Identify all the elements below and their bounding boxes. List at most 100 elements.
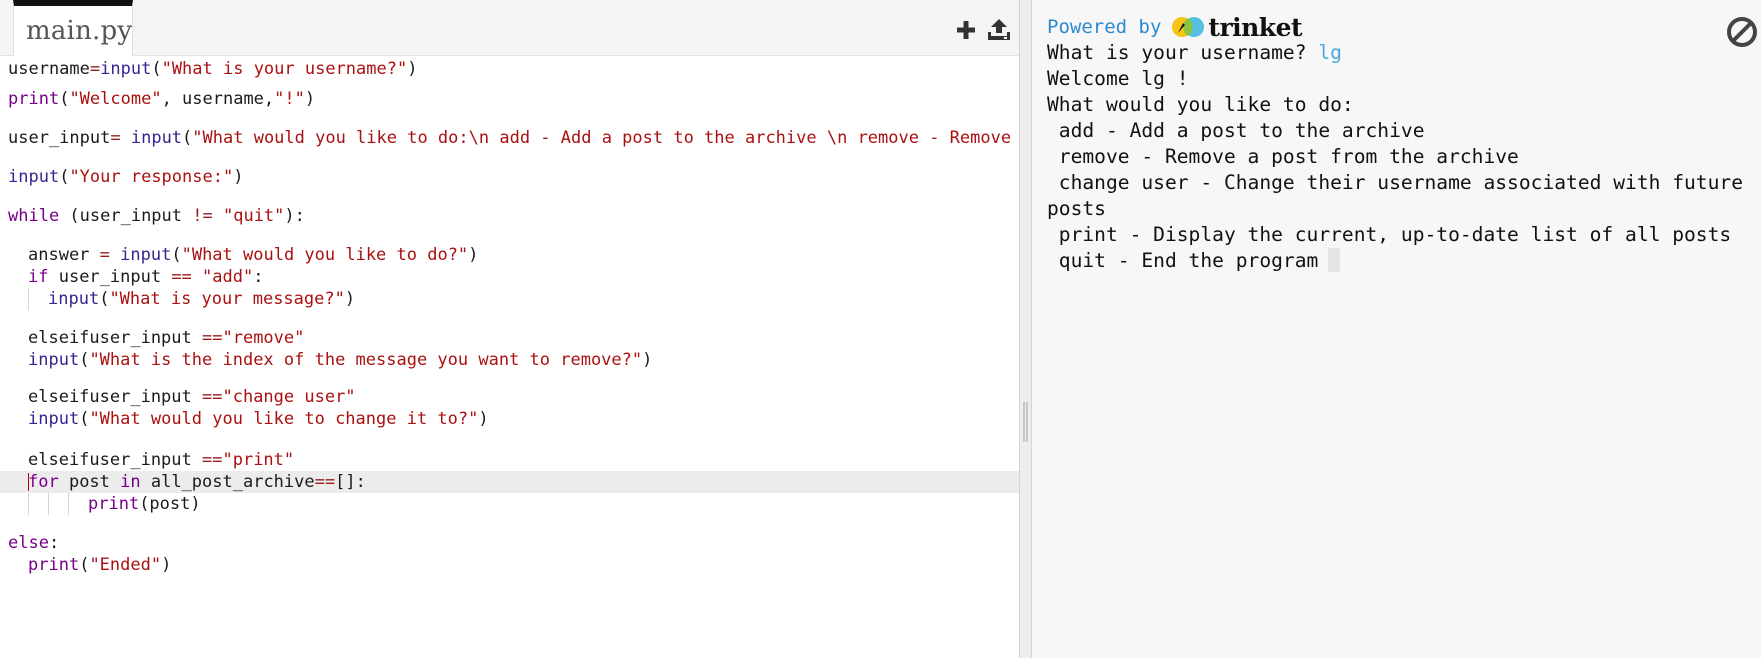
code-token: ): (284, 206, 305, 226)
indent-guide (28, 288, 29, 310)
code-token: "Welcome" (69, 89, 162, 109)
code-line-11[interactable]: elseifuser_input =="change user" (0, 386, 1019, 408)
code-token: ) (478, 409, 489, 429)
code-token: == (202, 328, 223, 348)
add-file-button[interactable] (953, 16, 981, 44)
code-line-10[interactable]: input("What is the index of the message … (0, 349, 1019, 371)
code-token: input (8, 167, 60, 187)
code-line-16[interactable]: else: (0, 532, 1019, 554)
code-line-2[interactable]: print("Welcome", username,"!") (0, 88, 1019, 110)
code-token: elseifuser_input (28, 450, 202, 470)
code-token: : (48, 533, 60, 553)
code-line-4[interactable]: input("Your response:") (0, 166, 1019, 188)
editor-tab-bar: main.py (0, 0, 1019, 57)
code-token: input (28, 350, 80, 370)
code-token: ( (79, 555, 90, 575)
code-token: == (171, 267, 192, 287)
code-token: "quit" (222, 206, 285, 226)
code-token: elseifuser_input (28, 387, 202, 407)
console-prompt: What is your username? (1047, 41, 1319, 64)
code-token: while (8, 206, 60, 226)
code-token: ) (407, 59, 418, 79)
indent-guide (28, 493, 29, 515)
code-line-14-active[interactable]: for post in all_post_archive==[]: (0, 471, 1019, 493)
code-token: == (202, 387, 223, 407)
code-token: []: (335, 472, 366, 492)
code-line-7[interactable]: if user_input == "add": (0, 266, 1019, 288)
code-token: "What is the index of the message you wa… (89, 350, 643, 370)
indent-guide (68, 493, 69, 515)
code-token: print (88, 494, 140, 514)
code-token: "add" (202, 267, 254, 287)
code-token: ( (171, 245, 182, 265)
code-token: username (8, 59, 90, 79)
upload-button[interactable] (985, 16, 1013, 44)
code-token: else (8, 533, 49, 553)
splitter-grip[interactable] (1023, 402, 1028, 442)
code-line-17[interactable]: print("Ended") (0, 554, 1019, 576)
code-token: (user_input (59, 206, 193, 226)
code-line-5[interactable]: while (user_input != "quit"): (0, 205, 1019, 227)
code-token: ( (79, 409, 90, 429)
console-user-input: lg (1318, 41, 1342, 64)
file-tab-main-py[interactable]: main.py (13, 0, 133, 57)
code-token: answer (28, 245, 100, 265)
indent-guide (48, 493, 49, 515)
code-token: print (8, 89, 60, 109)
code-token: input (120, 245, 172, 265)
code-token: , username, (161, 89, 275, 109)
code-token: "What is your message?" (109, 289, 345, 309)
code-token: in (120, 472, 141, 492)
code-token: = (89, 59, 101, 79)
console-line: remove - Remove a post from the archive (1047, 145, 1519, 168)
code-token: user_input (48, 267, 172, 287)
code-line-8[interactable]: input("What is your message?") (0, 288, 1019, 310)
code-token: for (28, 472, 59, 492)
console-line: quit - End the program (1047, 248, 1757, 274)
code-token: = (110, 128, 121, 148)
plus-icon (957, 21, 975, 39)
code-line-15[interactable]: print(post) (0, 493, 1019, 515)
code-editor[interactable]: username=input("What is your username?")… (0, 56, 1019, 658)
console-line: print - Display the current, up-to-date … (1047, 223, 1732, 246)
code-token: "What is your username?" (161, 59, 408, 79)
code-token: print (28, 555, 80, 575)
code-token: ) (344, 289, 356, 309)
console-line: Welcome lg ! (1047, 67, 1189, 90)
code-token: "What would you like to do?" (181, 245, 469, 265)
console-line: add - Add a post to the archive (1047, 119, 1425, 142)
powered-by-trinket[interactable]: Powered by trinket (1047, 12, 1303, 42)
console-output[interactable]: What is your username? lg Welcome lg ! W… (1047, 40, 1757, 274)
code-token: == (314, 472, 336, 492)
code-line-6[interactable]: answer = input("What would you like to d… (0, 244, 1019, 266)
code-token: "!" (274, 89, 305, 109)
console-text: quit - End the program (1047, 249, 1319, 272)
code-line-13[interactable]: elseifuser_input =="print" (0, 449, 1019, 471)
code-token: ) (233, 167, 244, 187)
file-tab-label: main.py (26, 16, 133, 46)
pane-splitter[interactable] (1019, 0, 1032, 658)
code-token: ( (182, 128, 193, 148)
code-token: : (253, 267, 264, 287)
code-token: "remove" (222, 328, 305, 348)
code-token: = (99, 245, 110, 265)
code-token: if (28, 267, 49, 287)
code-token: ) (304, 89, 316, 109)
code-token: "What would you like to do:\n add - Add … (192, 128, 1012, 148)
console-input-caret[interactable] (1328, 248, 1341, 272)
code-token: "Ended" (89, 555, 162, 575)
code-line-1[interactable]: username=input("What is your username?") (0, 58, 1019, 80)
code-token: ( (99, 289, 110, 309)
code-line-12[interactable]: input("What would you like to change it … (0, 408, 1019, 430)
text-cursor (28, 473, 29, 491)
powered-by-label: Powered by (1047, 16, 1162, 38)
upload-icon (988, 19, 1010, 40)
code-line-3[interactable]: user_input= input("What would you like t… (0, 127, 1019, 149)
code-line-9[interactable]: elseifuser_input =="remove" (0, 327, 1019, 349)
code-token: ) (161, 555, 172, 575)
code-token: (post) (139, 494, 201, 514)
output-pane: Powered by trinket What is your username… (1032, 0, 1761, 658)
